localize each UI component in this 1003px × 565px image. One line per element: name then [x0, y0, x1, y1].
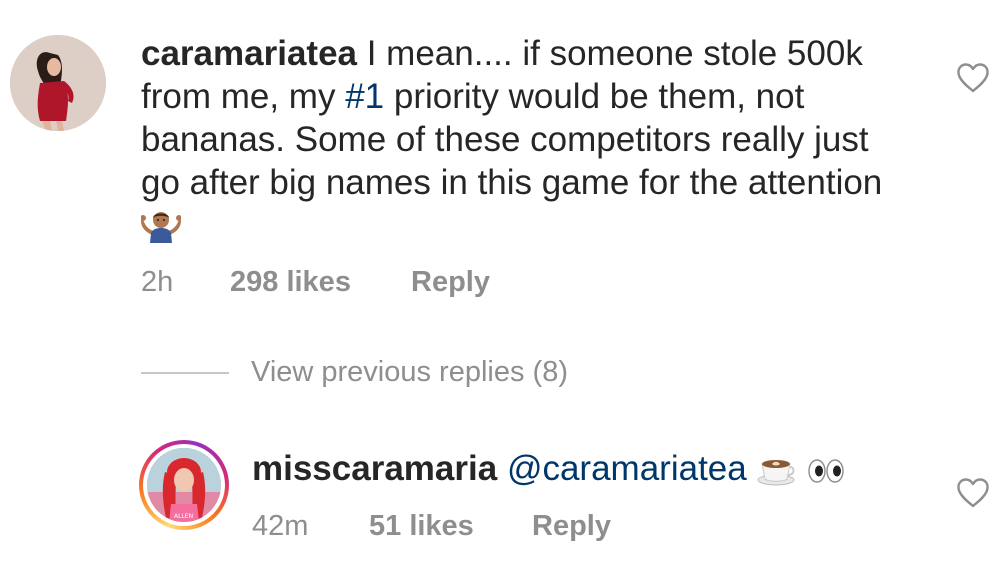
- hashtag-link[interactable]: #1: [345, 77, 384, 116]
- reply-username[interactable]: misscaramaria: [252, 449, 497, 488]
- avatar-story-ring[interactable]: ALLEN: [139, 440, 229, 530]
- reply-button[interactable]: Reply: [411, 266, 490, 299]
- svg-text:ALLEN: ALLEN: [174, 513, 193, 520]
- comments-thread: caramariatea I mean.... if someone stole…: [0, 0, 1003, 565]
- comment-timestamp: 2h: [141, 266, 174, 298]
- avatar: ALLEN: [147, 448, 221, 522]
- comment-meta: 2h 298 likes Reply: [141, 266, 541, 302]
- view-previous-replies-button[interactable]: View previous replies (8): [251, 356, 568, 389]
- likes-count[interactable]: 298 likes: [230, 266, 351, 299]
- reply-meta: 42m 51 likes Reply: [252, 510, 652, 546]
- heart-outline-icon[interactable]: [956, 62, 990, 94]
- eyes-emoji: [806, 453, 846, 496]
- reply-button[interactable]: Reply: [532, 510, 611, 543]
- heart-outline-icon[interactable]: [956, 477, 990, 509]
- reply-comment-text: misscaramaria @caramariatea: [252, 447, 846, 496]
- avatar-photo: [10, 35, 106, 131]
- avatar-photo: ALLEN: [147, 448, 221, 522]
- comment-username[interactable]: caramariatea: [141, 34, 357, 73]
- reply-timestamp: 42m: [252, 510, 309, 542]
- mention-link[interactable]: @caramariatea: [507, 449, 747, 488]
- avatar[interactable]: [10, 35, 106, 131]
- coffee-emoji: [756, 452, 796, 496]
- reply-likes-count[interactable]: 51 likes: [369, 510, 474, 543]
- replies-divider: [141, 372, 229, 374]
- man-shrugging-emoji: [140, 209, 182, 253]
- comment-text: caramariatea I mean.... if someone stole…: [140, 32, 901, 253]
